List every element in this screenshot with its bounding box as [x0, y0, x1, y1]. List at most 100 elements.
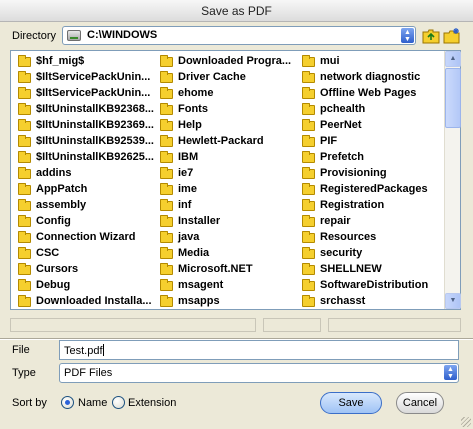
folder-name: repair: [320, 215, 351, 227]
save-button[interactable]: Save: [320, 392, 382, 414]
sort-extension-label: Extension: [128, 397, 177, 409]
folder-icon: [18, 135, 31, 147]
new-folder-button[interactable]: [443, 27, 461, 45]
folder-item[interactable]: repair: [300, 214, 442, 230]
sort-extension-radio[interactable]: [112, 396, 125, 409]
folder-icon: [18, 199, 31, 211]
folder-item[interactable]: Provisioning: [300, 166, 442, 182]
type-label: Type: [12, 367, 36, 379]
folder-item[interactable]: Fonts: [158, 102, 298, 118]
scroll-up-button[interactable]: ▲: [445, 51, 461, 67]
folder-item[interactable]: Installer: [158, 214, 298, 230]
folder-item[interactable]: Media: [158, 246, 298, 262]
chevron-down-icon[interactable]: ▲ ▼: [401, 28, 414, 43]
folder-item[interactable]: CSC: [16, 246, 156, 262]
folder-item[interactable]: srchasst: [300, 294, 442, 310]
folder-item[interactable]: network diagnostic: [300, 70, 442, 86]
folder-item[interactable]: Connection Wizard: [16, 230, 156, 246]
folder-item[interactable]: Registration: [300, 198, 442, 214]
folder-item[interactable]: $hf_mig$: [16, 54, 156, 70]
folder-name: Hewlett-Packard: [178, 135, 264, 147]
folder-name: Connection Wizard: [36, 231, 136, 243]
chevron-down-icon[interactable]: ▲ ▼: [444, 365, 457, 380]
folder-name: Downloaded Installa...: [36, 295, 152, 307]
folder-item[interactable]: $IltServicePackUnin...: [16, 70, 156, 86]
resize-grip[interactable]: [461, 417, 471, 427]
folder-item[interactable]: pchealth: [300, 102, 442, 118]
file-column-1: $hf_mig$ $IltServicePackUnin... $IltServic…: [16, 54, 156, 310]
scroll-down-button[interactable]: ▼: [445, 293, 461, 309]
folder-icon: [302, 279, 315, 291]
folder-icon: [18, 183, 31, 195]
folder-item[interactable]: Config: [16, 214, 156, 230]
file-column-2: Downloaded Progra... Driver Cache ehome Fon…: [158, 54, 298, 310]
folder-item[interactable]: SoftwareDistribution: [300, 278, 442, 294]
folder-icon: [18, 87, 31, 99]
folder-item[interactable]: Offline Web Pages: [300, 86, 442, 102]
folder-item[interactable]: msapps: [158, 294, 298, 310]
file-list[interactable]: $hf_mig$ $IltServicePackUnin... $IltServic…: [10, 50, 461, 310]
folder-item[interactable]: $IltUninstallKB92625...: [16, 150, 156, 166]
folder-name: Downloaded Progra...: [178, 55, 292, 67]
folder-item[interactable]: assembly: [16, 198, 156, 214]
vertical-scrollbar[interactable]: ▲ ▼: [444, 51, 461, 309]
folder-up-icon: [422, 29, 440, 44]
folder-item[interactable]: security: [300, 246, 442, 262]
folder-name: Media: [178, 247, 210, 259]
folder-item[interactable]: SHELLNEW: [300, 262, 442, 278]
scroll-thumb[interactable]: [445, 68, 461, 128]
folder-name: SHELLNEW: [320, 263, 382, 275]
folder-item[interactable]: $IltServicePackUnin...: [16, 86, 156, 102]
sort-label: Sort by: [12, 397, 47, 409]
file-name-input[interactable]: Test.pdf: [59, 340, 459, 360]
title-bar: Save as PDF: [0, 0, 473, 22]
folder-icon: [302, 135, 315, 147]
folder-icon: [160, 263, 173, 275]
folder-item[interactable]: ehome: [158, 86, 298, 102]
folder-item[interactable]: AppPatch: [16, 182, 156, 198]
folder-item[interactable]: IBM: [158, 150, 298, 166]
folder-item[interactable]: Downloaded Progra...: [158, 54, 298, 70]
folder-name: java: [178, 231, 200, 243]
status-cell-1: [10, 318, 256, 332]
folder-item[interactable]: Driver Cache: [158, 70, 298, 86]
folder-item[interactable]: ie7: [158, 166, 298, 182]
file-column-3: mui network diagnostic Offline Web Pages pc…: [300, 54, 442, 310]
folder-name: AppPatch: [36, 183, 88, 195]
folder-item[interactable]: addins: [16, 166, 156, 182]
folder-item[interactable]: inf: [158, 198, 298, 214]
folder-name: Resources: [320, 231, 377, 243]
folder-icon: [160, 119, 173, 131]
folder-item[interactable]: $IltUninstallKB92369...: [16, 118, 156, 134]
file-type-select[interactable]: PDF Files ▲ ▼: [59, 363, 459, 383]
directory-combobox[interactable]: C:\WINDOWS ▲ ▼: [62, 26, 416, 45]
sort-name-radio[interactable]: [61, 396, 74, 409]
folder-item[interactable]: Hewlett-Packard: [158, 134, 298, 150]
folder-item[interactable]: ime: [158, 182, 298, 198]
folder-item[interactable]: $IltUninstallKB92368...: [16, 102, 156, 118]
folder-item[interactable]: mui: [300, 54, 442, 70]
folder-icon: [302, 119, 315, 131]
folder-item[interactable]: msagent: [158, 278, 298, 294]
folder-item[interactable]: PIF: [300, 134, 442, 150]
folder-up-button[interactable]: [422, 27, 440, 45]
folder-icon: [18, 263, 31, 275]
folder-icon: [160, 55, 173, 67]
folder-item[interactable]: java: [158, 230, 298, 246]
cancel-button[interactable]: Cancel: [396, 392, 444, 414]
folder-item[interactable]: Downloaded Installa...: [16, 294, 156, 310]
folder-item[interactable]: Resources: [300, 230, 442, 246]
folder-icon: [302, 215, 315, 227]
folder-item[interactable]: Cursors: [16, 262, 156, 278]
folder-item[interactable]: Microsoft.NET: [158, 262, 298, 278]
file-label: File: [12, 344, 30, 356]
folder-item[interactable]: Prefetch: [300, 150, 442, 166]
folder-item[interactable]: PeerNet: [300, 118, 442, 134]
folder-item[interactable]: Help: [158, 118, 298, 134]
folder-icon: [302, 183, 315, 195]
folder-item[interactable]: Debug: [16, 278, 156, 294]
folder-name: addins: [36, 167, 72, 179]
drive-icon: [67, 30, 81, 41]
folder-item[interactable]: RegisteredPackages: [300, 182, 442, 198]
folder-item[interactable]: $IltUninstallKB92539...: [16, 134, 156, 150]
